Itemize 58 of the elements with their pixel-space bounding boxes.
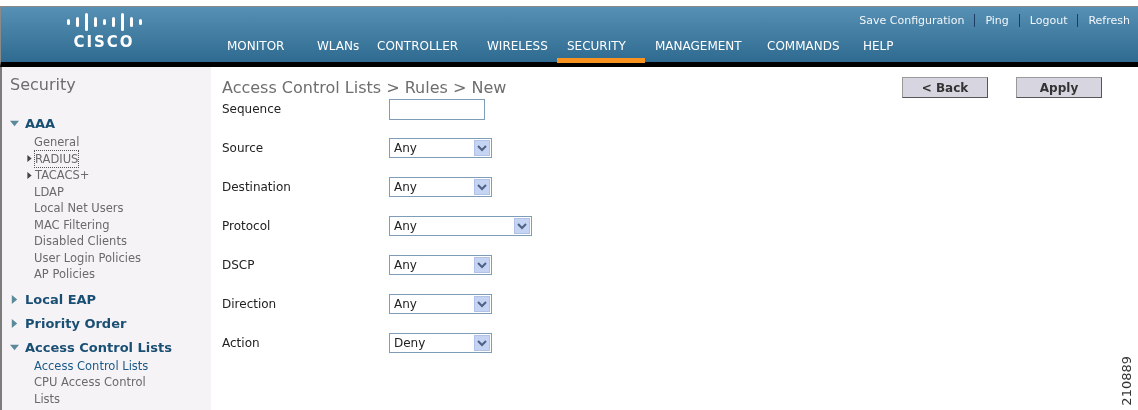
action-button[interactable]: < Back xyxy=(902,77,988,98)
select-field[interactable]: Deny xyxy=(389,332,492,353)
field-label: Action xyxy=(222,335,261,350)
select-field[interactable]: Any xyxy=(389,215,532,236)
dropdown-icon xyxy=(474,139,490,156)
field-label: Destination xyxy=(222,179,292,194)
field-label: DSCP xyxy=(222,257,256,272)
sequence-field[interactable] xyxy=(389,98,485,120)
dropdown-icon xyxy=(514,217,530,234)
sidebar-item[interactable]: CPU Access Control Lists xyxy=(34,374,164,407)
sidebar-item[interactable]: AP Policies xyxy=(34,266,95,283)
sidebar-section[interactable]: Local EAP xyxy=(25,291,97,307)
sidebar-item[interactable]: Disabled Clients xyxy=(34,233,127,250)
sidebar-title: Security xyxy=(10,75,77,94)
sidebar-item[interactable]: User Login Policies xyxy=(34,249,142,266)
top-link[interactable]: Ping xyxy=(974,14,1009,27)
nav-tab[interactable]: MONITOR xyxy=(217,39,307,63)
expanded-icon xyxy=(10,342,19,352)
nav-tab[interactable]: CONTROLLER xyxy=(367,39,477,63)
sidebar-section[interactable]: Access Control Lists xyxy=(25,339,172,355)
logo-text: CISCO xyxy=(73,33,135,51)
nav-tab[interactable]: SECURITY xyxy=(557,39,645,63)
nav-tab[interactable]: COMMANDS xyxy=(757,39,853,63)
sidebar-item[interactable]: General xyxy=(34,134,80,151)
collapsed-icon xyxy=(10,294,19,304)
bridge-logo-icon xyxy=(66,13,142,31)
top-link[interactable]: Logout xyxy=(1018,14,1068,27)
field-label: Sequence xyxy=(222,102,283,116)
dropdown-icon xyxy=(474,295,490,312)
dropdown-icon xyxy=(474,178,490,195)
sidebar-item[interactable]: Local Net Users xyxy=(34,200,124,217)
expanded-icon xyxy=(10,119,19,128)
sidebar-item[interactable]: Access Control Lists xyxy=(34,357,149,374)
sidebar-item[interactable]: TACACS+ xyxy=(35,167,90,184)
select-field[interactable]: Any xyxy=(389,293,492,314)
sidebar-section[interactable]: Priority Order xyxy=(25,315,127,331)
field-label: Direction xyxy=(222,296,278,311)
nav-tab[interactable]: WIRELESS xyxy=(477,39,557,63)
dropdown-icon xyxy=(474,256,490,273)
page-title: Access Control Lists > Rules > New xyxy=(222,78,507,97)
select-field[interactable]: Any xyxy=(389,176,492,197)
field-label: Source xyxy=(222,140,265,155)
figure-number: 210889 xyxy=(1119,356,1134,406)
top-link[interactable]: Refresh xyxy=(1077,14,1130,27)
nav-tab[interactable]: HELP xyxy=(853,39,908,63)
dropdown-icon xyxy=(474,334,490,351)
sidebar-section[interactable]: AAA xyxy=(25,116,56,131)
select-field[interactable]: Any xyxy=(389,137,492,158)
nav-tab[interactable]: MANAGEMENT xyxy=(645,39,757,63)
nav-tab[interactable]: WLANs xyxy=(307,39,367,63)
top-link[interactable]: Save Configuration xyxy=(859,14,965,27)
sidebar-item[interactable]: RADIUS xyxy=(35,150,79,167)
select-field[interactable]: Any xyxy=(389,254,492,275)
action-button[interactable]: Apply xyxy=(1016,77,1102,98)
field-label: Protocol xyxy=(222,218,272,233)
sidebar-item[interactable]: MAC Filtering xyxy=(34,216,110,233)
collapsed-icon xyxy=(10,318,19,328)
sidebar-item[interactable]: LDAP xyxy=(34,183,64,200)
